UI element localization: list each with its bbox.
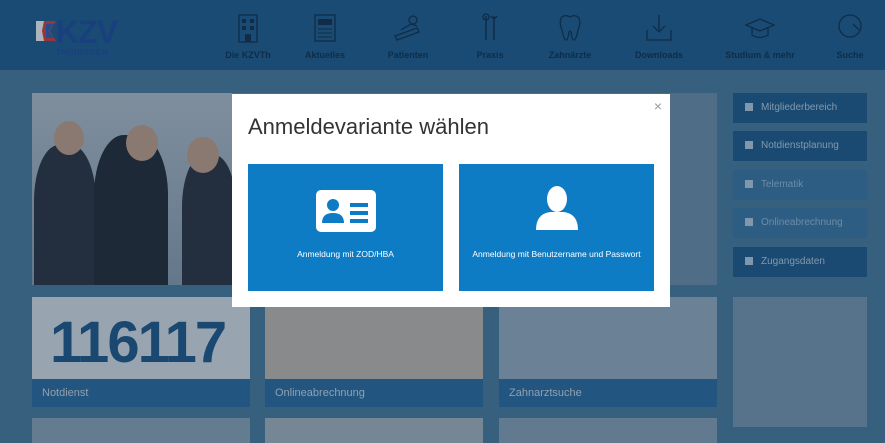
login-zod-hba-button[interactable]: Anmeldung mit ZOD/HBA xyxy=(248,164,443,291)
id-card-icon xyxy=(315,190,376,232)
close-icon[interactable]: × xyxy=(654,98,662,114)
login-username-password-button[interactable]: Anmeldung mit Benutzername und Passwort xyxy=(459,164,654,291)
option-label: Anmeldung mit ZOD/HBA xyxy=(297,249,394,259)
user-silhouette-icon xyxy=(535,186,578,230)
login-variant-dialog: Anmeldevariante wählen × Anmeldung mit Z… xyxy=(232,94,670,307)
option-label: Anmeldung mit Benutzername und Passwort xyxy=(472,249,641,259)
dialog-title: Anmeldevariante wählen xyxy=(248,114,489,139)
